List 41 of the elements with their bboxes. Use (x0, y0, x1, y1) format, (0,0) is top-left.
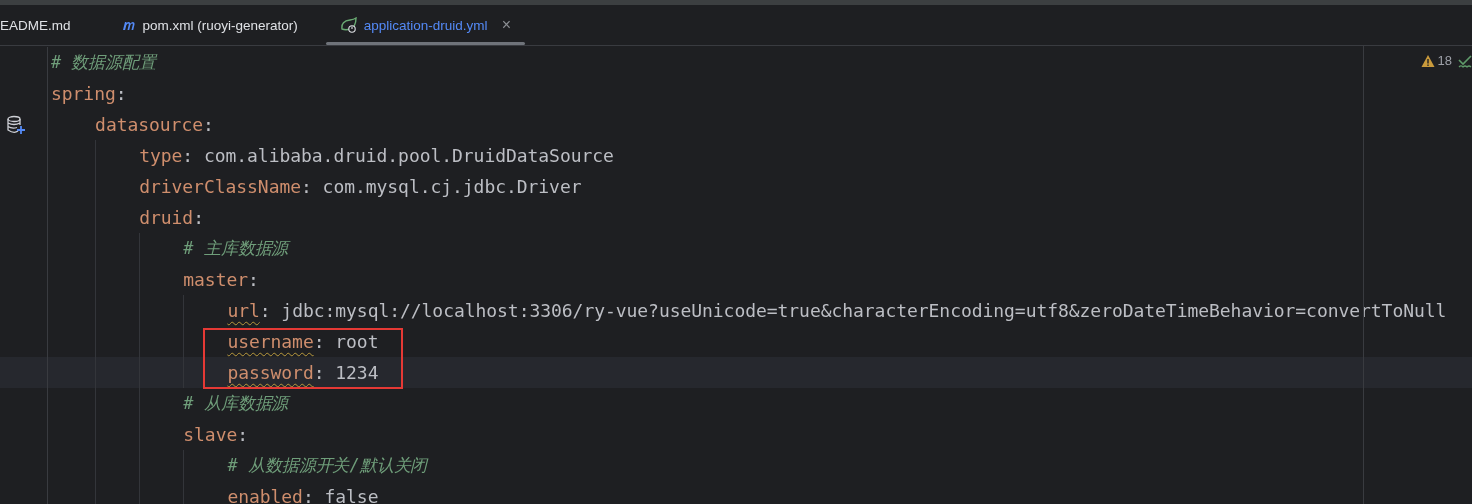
yaml-value: jdbc:mysql://localhost:3306/ry-vue?useUnicode=true&characterEncoding=utf8&zeroDateTimeBehavior=convertToNull (281, 300, 1447, 321)
yaml-value: com.mysql.cj.jdbc.Driver (322, 176, 582, 197)
yaml-value: com.alibaba.druid.pool.DruidDataSource (203, 145, 614, 166)
yaml-key: username (227, 331, 314, 352)
yaml-key: slave (183, 424, 238, 445)
colon: : (313, 362, 325, 383)
yaml-key: spring (51, 83, 116, 104)
colon: : (237, 424, 248, 445)
colon: : (248, 269, 259, 290)
colon: : (259, 300, 271, 321)
code-comment: # 从库数据源 (183, 392, 289, 415)
yaml-key: datasource (95, 114, 203, 135)
code-comment: # 从数据源开关/默认关闭 (227, 454, 428, 477)
colon: : (182, 145, 194, 166)
warning-count: 18 (1437, 53, 1452, 68)
yaml-key: password (227, 362, 314, 383)
yaml-value: root (335, 331, 379, 352)
code-comment: # 主库数据源 (183, 237, 289, 260)
yaml-key: druid (139, 207, 194, 228)
yaml-value: 1234 (335, 362, 379, 383)
colon: : (193, 207, 204, 228)
database-add-icon[interactable] (5, 114, 26, 135)
check-icon[interactable] (1458, 53, 1472, 68)
yaml-key: master (183, 269, 248, 290)
editor-tab[interactable]: pom.xml (ruoyi-generator) (106, 5, 312, 45)
editor-tab[interactable]: application-druid.yml × (325, 5, 525, 45)
yaml-key: url (227, 300, 260, 321)
colon: : (313, 331, 325, 352)
warning-icon[interactable] (1420, 53, 1435, 68)
yaml-value: false (324, 486, 379, 504)
editor-tab[interactable]: EADME.md (0, 5, 85, 45)
code-comment: # 数据源配置 (51, 51, 157, 74)
yaml-key: type (139, 145, 183, 166)
colon: : (115, 83, 127, 104)
colon: : (301, 176, 312, 197)
colon: : (302, 486, 314, 504)
yaml-key: enabled (227, 486, 303, 504)
leaf-icon (339, 17, 358, 33)
yaml-key: driverClassName (139, 176, 301, 197)
close-tab-icon[interactable]: × (501, 16, 511, 34)
colon: : (202, 114, 214, 135)
